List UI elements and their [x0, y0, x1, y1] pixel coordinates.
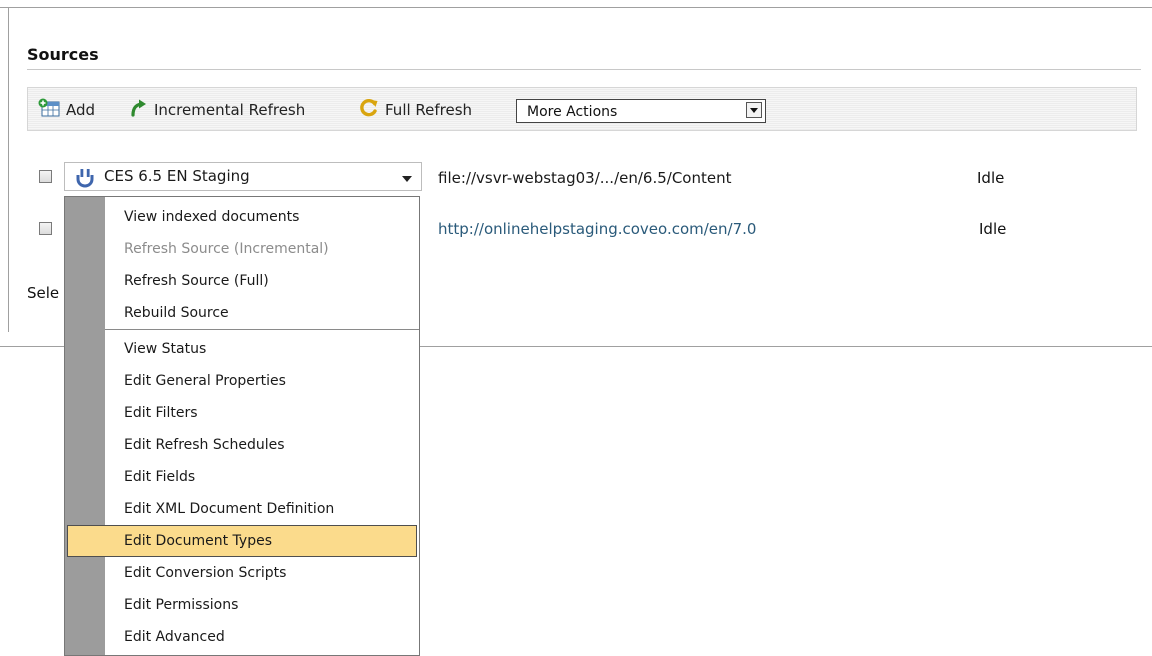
- menu-item-edit-permissions[interactable]: Edit Permissions: [67, 589, 417, 621]
- dropdown-arrow-icon[interactable]: [402, 176, 412, 182]
- source-select-dropdown[interactable]: CES 6.5 EN Staging: [64, 162, 422, 191]
- menu-item-edit-document-types[interactable]: Edit Document Types: [67, 525, 417, 557]
- more-actions-value: More Actions: [527, 104, 618, 120]
- menu-separator: [105, 329, 419, 330]
- selection-text: Sele: [27, 284, 60, 302]
- row-1-path: file://vsvr-webstag03/.../en/6.5/Content: [438, 169, 732, 187]
- add-button[interactable]: Add: [38, 98, 95, 122]
- menu-item-edit-xml-document-definition[interactable]: Edit XML Document Definition: [67, 493, 417, 525]
- source-name: CES 6.5 EN Staging: [104, 167, 250, 185]
- menu-item-refresh-source-full[interactable]: Refresh Source (Full): [67, 265, 417, 297]
- row-1-status: Idle: [977, 169, 1005, 187]
- top-divider: [0, 7, 1152, 8]
- menu-item-edit-refresh-schedules[interactable]: Edit Refresh Schedules: [67, 429, 417, 461]
- chevron-down-icon: [750, 108, 758, 113]
- more-actions-dropdown[interactable]: More Actions: [516, 99, 766, 123]
- row-2-status: Idle: [979, 220, 1007, 238]
- row-1-checkbox[interactable]: [39, 170, 52, 183]
- more-actions-arrow-button[interactable]: [746, 102, 762, 118]
- add-table-icon: [38, 98, 60, 122]
- menu-item-edit-filters[interactable]: Edit Filters: [67, 397, 417, 429]
- section-title: Sources: [27, 45, 99, 64]
- menu-item-edit-conversion-scripts[interactable]: Edit Conversion Scripts: [67, 557, 417, 589]
- menu-item-edit-general-properties[interactable]: Edit General Properties: [67, 365, 417, 397]
- yellow-refresh-icon: [359, 98, 379, 122]
- left-divider: [8, 7, 9, 332]
- menu-item-rebuild-source[interactable]: Rebuild Source: [67, 297, 417, 329]
- menu-item-refresh-source-incremental: Refresh Source (Incremental): [124, 241, 329, 257]
- sources-toolbar: Add Incremental Refresh Full Refresh Mor…: [27, 87, 1137, 131]
- green-refresh-arrow-icon: [128, 98, 148, 122]
- full-refresh-button[interactable]: Full Refresh: [359, 98, 472, 122]
- incremental-refresh-button[interactable]: Incremental Refresh: [128, 98, 305, 122]
- menu-item-view-status[interactable]: View Status: [67, 333, 417, 365]
- source-context-menu: View indexed documents Refresh Source (I…: [64, 196, 420, 656]
- incremental-refresh-label: Incremental Refresh: [154, 101, 306, 119]
- row-2-path[interactable]: http://onlinehelpstaging.coveo.com/en/7.…: [438, 220, 756, 238]
- full-refresh-label: Full Refresh: [385, 101, 473, 119]
- add-label: Add: [66, 101, 96, 119]
- plug-icon: [75, 168, 97, 192]
- menu-item-edit-advanced[interactable]: Edit Advanced: [67, 621, 417, 653]
- section-divider: [27, 69, 1141, 70]
- menu-item-edit-fields[interactable]: Edit Fields: [67, 461, 417, 493]
- menu-item-view-indexed-documents[interactable]: View indexed documents: [67, 201, 417, 233]
- row-2-checkbox[interactable]: [39, 222, 52, 235]
